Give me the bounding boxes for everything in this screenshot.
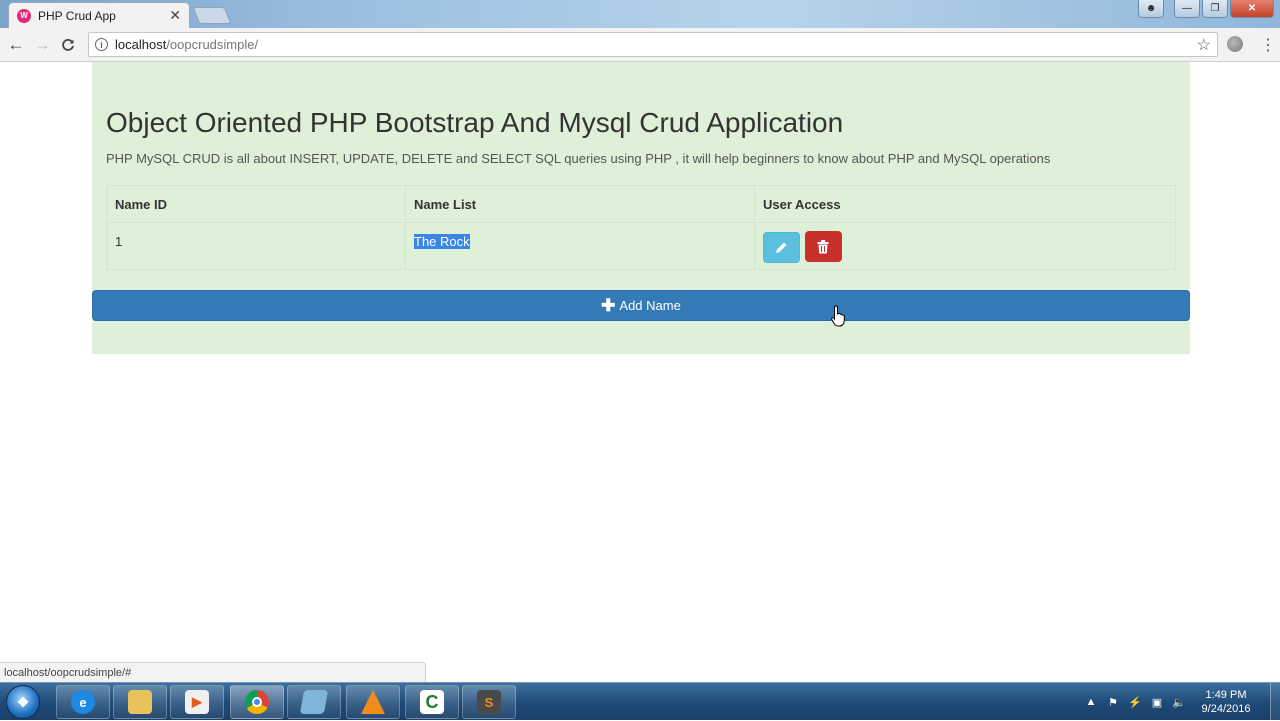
network-icon[interactable]: ▣ — [1150, 695, 1164, 709]
window-titlebar: W PHP Crud App ✕ ☻ — ❐ ✕ — [0, 0, 1280, 28]
start-button[interactable]: ❖ — [6, 685, 40, 719]
minimize-icon[interactable]: — — [1174, 0, 1200, 18]
crud-panel: Object Oriented PHP Bootstrap And Mysql … — [92, 62, 1190, 354]
maximize-icon[interactable]: ❐ — [1202, 0, 1228, 18]
bookmark-star-icon[interactable]: ☆ — [1197, 35, 1211, 55]
plus-icon: ✚ — [601, 295, 616, 315]
edit-button[interactable] — [763, 231, 800, 263]
reload-icon[interactable] — [55, 32, 81, 58]
show-desktop-button[interactable] — [1270, 683, 1280, 721]
menu-dots-icon[interactable]: ⋮ — [1260, 35, 1276, 55]
header-user-access: User Access — [754, 185, 1176, 223]
header-name-list: Name List — [405, 185, 755, 223]
chrome-icon — [245, 690, 269, 714]
page-title: Object Oriented PHP Bootstrap And Mysql … — [106, 107, 844, 138]
names-table: Name ID Name List User Access 1 The Rock — [106, 185, 1176, 270]
table-header-row: Name ID Name List User Access — [106, 185, 1176, 223]
system-tray: ▲ ⚑ ⚡ ▣ 🔈 1:49 PM 9/24/2016 — [1080, 683, 1280, 721]
taskbar-notepad[interactable] — [287, 685, 341, 719]
window-controls: ☻ — ❐ ✕ — [1138, 0, 1274, 18]
pencil-icon — [776, 242, 787, 253]
volume-icon[interactable]: 🔈 — [1172, 695, 1186, 709]
show-hidden-icons-icon[interactable]: ▲ — [1084, 695, 1098, 709]
clock-date: 9/24/2016 — [1201, 703, 1251, 715]
row-actions-cell — [754, 222, 1176, 270]
delete-button[interactable] — [804, 231, 842, 262]
taskbar-sublime[interactable]: S — [462, 685, 516, 719]
media-player-icon: ▶ — [185, 690, 209, 714]
status-bar: localhost/oopcrudsimple/# — [0, 662, 426, 682]
notepad-icon — [299, 690, 329, 714]
vlc-icon — [361, 690, 385, 714]
row-id-cell: 1 — [106, 222, 406, 270]
taskbar-explorer[interactable] — [113, 685, 167, 719]
row-id: 1 — [115, 234, 123, 249]
system-clock[interactable]: 1:49 PM 9/24/2016 — [1194, 688, 1258, 716]
row-name: The Rock — [414, 234, 470, 249]
page-subtitle: PHP MySQL CRUD is all about INSERT, UPDA… — [106, 151, 1051, 166]
folder-icon — [128, 690, 152, 714]
taskbar-chrome[interactable] — [230, 685, 284, 719]
windows-taskbar: ❖ e ▶ C S ▲ ⚑ ⚡ ▣ 🔈 1:49 PM 9/24/2016 — [0, 682, 1280, 721]
power-plug-icon[interactable]: ⚡ — [1128, 695, 1142, 709]
clock-time: 1:49 PM — [1205, 689, 1247, 701]
taskbar-media-player[interactable]: ▶ — [170, 685, 224, 719]
action-center-flag-icon[interactable]: ⚑ — [1106, 695, 1120, 709]
address-bar[interactable]: i localhost /oopcrudsimple/ ☆ — [88, 32, 1218, 57]
url-path: /oopcrudsimple/ — [166, 37, 259, 52]
extension-icon[interactable] — [1227, 36, 1243, 52]
table-row: 1 The Rock — [106, 222, 1176, 270]
favicon-icon: W — [17, 8, 31, 23]
row-name-cell: The Rock — [405, 222, 755, 270]
forward-arrow-icon[interactable]: → — [29, 32, 55, 58]
browser-tab[interactable]: W PHP Crud App ✕ — [8, 2, 190, 28]
add-name-label: Add Name — [619, 298, 681, 313]
header-name-id: Name ID — [106, 185, 406, 223]
back-arrow-icon[interactable]: ← — [3, 32, 29, 58]
page-content: Object Oriented PHP Bootstrap And Mysql … — [0, 62, 1280, 662]
tab-title: PHP Crud App — [38, 8, 116, 23]
hand-cursor-icon — [831, 305, 845, 327]
taskbar-vlc[interactable] — [346, 685, 400, 719]
internet-explorer-icon: e — [71, 690, 95, 714]
browser-toolbar: ← → i localhost /oopcrudsimple/ ☆ — [0, 28, 1280, 62]
trash-icon — [817, 239, 829, 253]
close-window-icon[interactable]: ✕ — [1230, 0, 1274, 18]
camtasia-icon: C — [420, 690, 444, 714]
taskbar-ie[interactable]: e — [56, 685, 110, 719]
info-icon[interactable]: i — [95, 38, 108, 51]
sublime-text-icon: S — [477, 690, 501, 714]
url-host: localhost — [115, 37, 167, 52]
tab-close-icon[interactable]: ✕ — [169, 7, 181, 24]
user-profile-icon[interactable]: ☻ — [1138, 0, 1164, 18]
taskbar-camtasia[interactable]: C — [405, 685, 459, 719]
add-name-button[interactable]: ✚ Add Name — [92, 290, 1190, 321]
new-tab-button[interactable] — [192, 7, 232, 24]
